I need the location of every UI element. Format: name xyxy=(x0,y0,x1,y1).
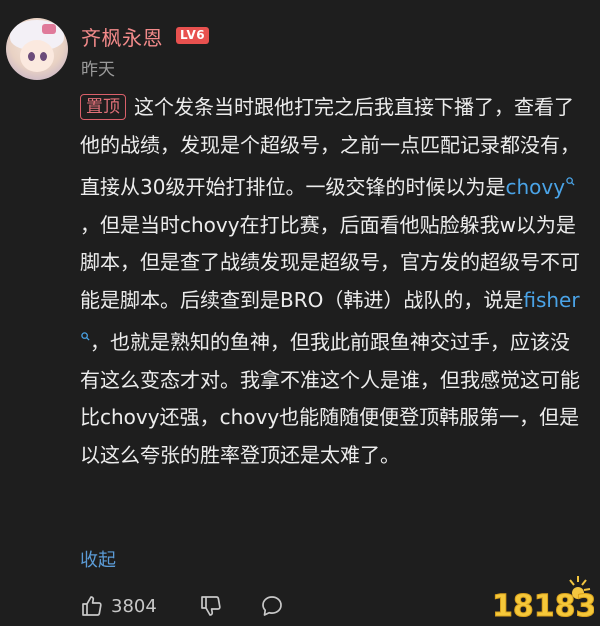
timestamp: 昨天 xyxy=(81,60,115,80)
avatar-eye xyxy=(40,52,47,61)
dislike-button[interactable] xyxy=(199,594,223,618)
keyword-link-chovy[interactable]: chovy xyxy=(505,175,575,199)
comment-card: 齐枫永恩 LV6 昨天 置顶 这个发条当时跟他打完之后我直接下播了，查看了他的战绩… xyxy=(0,0,600,626)
keyword-link-label[interactable]: fisher xyxy=(523,288,579,312)
avatar-face xyxy=(20,40,54,72)
avatar[interactable] xyxy=(6,18,68,80)
comment-body: 置顶 这个发条当时跟他打完之后我直接下播了，查看了他的战绩，发现是个超级号，之前一… xyxy=(80,89,580,474)
avatar-bow xyxy=(42,24,56,34)
keyword-link-label[interactable]: chovy xyxy=(505,175,565,199)
watermark-text: 18183 xyxy=(492,589,594,622)
comment-bubble-icon xyxy=(260,594,284,618)
reply-button[interactable] xyxy=(260,594,284,618)
like-count: 3804 xyxy=(111,596,157,617)
site-watermark-logo: 18183 xyxy=(490,572,597,625)
avatar-eye xyxy=(28,52,35,61)
collapse-button[interactable]: 收起 xyxy=(80,546,116,572)
level-badge: LV6 xyxy=(176,27,210,44)
thumbs-down-icon xyxy=(199,594,223,618)
thumbs-up-icon xyxy=(80,594,104,618)
magnifier-icon xyxy=(566,176,575,189)
comment-text-part: ，也就是熟知的鱼神，但我此前跟鱼神交过手，应该没有这么变态才对。我拿不准这个人是… xyxy=(80,330,580,467)
pinned-badge: 置顶 xyxy=(80,94,126,120)
magnifier-icon xyxy=(81,331,90,344)
username[interactable]: 齐枫永恩 xyxy=(81,22,163,51)
like-button[interactable] xyxy=(80,594,104,618)
comment-text-part: ，但是当时chovy在打比赛，后面看他贴脸躲我w以为是脚本，但是查了战绩发现是超… xyxy=(80,212,580,312)
